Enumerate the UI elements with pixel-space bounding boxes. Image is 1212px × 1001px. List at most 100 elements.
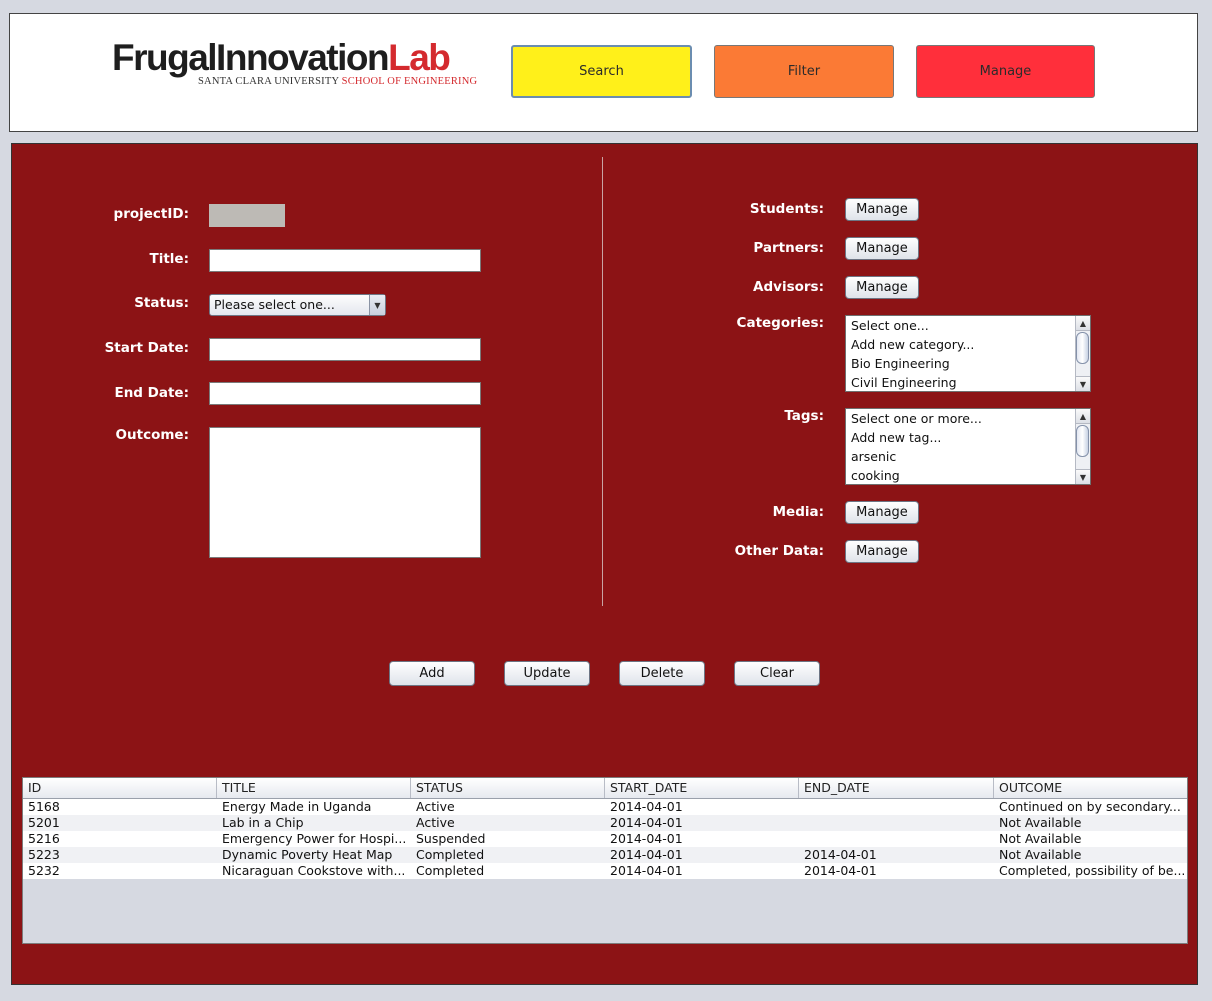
cell-outcome: Not Available [999,815,1082,830]
logo-subtitle: SANTA CLARA UNIVERSITY SCHOOL OF ENGINEE… [198,76,477,87]
status-label: Status: [134,295,189,311]
frugal-innovation-lab-logo: FrugalInnovationLab SANTA CLARA UNIVERSI… [112,37,477,90]
cell-start-date: 2014-04-01 [610,831,683,846]
search-nav-button[interactable]: Search [511,45,692,98]
categories-scrollbar[interactable]: ▲ ▼ [1075,316,1090,391]
list-item[interactable]: Select one... [851,318,929,333]
cell-start-date: 2014-04-01 [610,847,683,862]
cell-end-date: 2014-04-01 [804,863,877,878]
filter-nav-button[interactable]: Filter [714,45,894,98]
list-item[interactable]: arsenic [851,449,896,464]
manage-advisors-label: Manage [856,280,908,295]
list-item[interactable]: cooking [851,468,900,483]
cell-outcome: Completed, possibility of be... [999,863,1186,878]
start-date-label: Start Date: [104,340,189,356]
list-item[interactable]: Bio Engineering [851,356,950,371]
update-button-label: Update [523,666,571,681]
manage-media-label: Manage [856,505,908,520]
outcome-textarea[interactable] [209,427,481,558]
advisors-label: Advisors: [753,279,824,295]
status-select[interactable]: Please select one... ▼ [209,294,386,316]
add-button[interactable]: Add [389,661,475,686]
cell-title: Emergency Power for Hospi... [222,831,407,846]
start-date-input[interactable] [209,338,481,361]
cell-outcome: Not Available [999,847,1082,862]
cell-id: 5216 [28,831,60,846]
tags-list[interactable]: Select one or more... Add new tag... ars… [845,408,1091,485]
title-input[interactable] [209,249,481,272]
scroll-down-icon[interactable]: ▼ [1076,469,1090,484]
cell-start-date: 2014-04-01 [610,799,683,814]
media-label: Media: [772,504,824,520]
manage-other-data-label: Manage [856,544,908,559]
cell-start-date: 2014-04-01 [610,863,683,878]
list-item[interactable]: Select one or more... [851,411,982,426]
manage-students-button[interactable]: Manage [845,198,919,221]
cell-status: Completed [416,863,485,878]
tags-scrollbar[interactable]: ▲ ▼ [1075,409,1090,484]
column-header-id[interactable]: ID [23,778,217,798]
logo-main-text: FrugalInnovation [112,37,390,78]
add-button-label: Add [419,666,445,681]
outcome-label: Outcome: [115,427,189,443]
students-label: Students: [749,201,824,217]
tags-label: Tags: [784,408,824,424]
projects-table: ID TITLE STATUS START_DATE END_DATE OUTC… [22,777,1188,944]
column-header-outcome[interactable]: OUTCOME [994,778,1187,798]
categories-list[interactable]: Select one... Add new category... Bio En… [845,315,1091,392]
manage-nav-label: Manage [979,64,1032,79]
status-select-value: Please select one... [214,297,335,312]
scroll-down-icon[interactable]: ▼ [1076,376,1090,391]
cell-end-date [799,831,994,847]
list-item[interactable]: Add new category... [851,337,974,352]
column-header-title[interactable]: TITLE [217,778,411,798]
list-item[interactable]: Civil Engineering [851,375,957,390]
cell-status: Completed [416,847,485,862]
scroll-thumb[interactable] [1076,425,1089,457]
cell-title: Dynamic Poverty Heat Map [222,847,393,862]
scroll-up-icon[interactable]: ▲ [1076,409,1090,424]
table-header: ID TITLE STATUS START_DATE END_DATE OUTC… [23,778,1187,799]
table-row[interactable]: 5168 Energy Made in Uganda Active 2014-0… [23,799,1187,815]
column-divider [602,157,603,606]
manage-media-button[interactable]: Manage [845,501,919,524]
other-data-label: Other Data: [734,543,824,559]
cell-id: 5232 [28,863,60,878]
partners-label: Partners: [753,240,824,256]
end-date-label: End Date: [114,385,189,401]
filter-nav-label: Filter [787,64,821,79]
clear-button[interactable]: Clear [734,661,820,686]
header-bar: FrugalInnovationLab SANTA CLARA UNIVERSI… [9,13,1198,132]
column-header-start-date[interactable]: START_DATE [605,778,799,798]
logo-accent-text: Lab [388,37,451,78]
manage-partners-label: Manage [856,241,908,256]
project-id-field [209,204,285,227]
categories-label: Categories: [736,315,824,331]
scroll-thumb[interactable] [1076,332,1089,364]
manage-partners-button[interactable]: Manage [845,237,919,260]
chevron-down-icon[interactable]: ▼ [369,295,385,315]
update-button[interactable]: Update [504,661,590,686]
scroll-up-icon[interactable]: ▲ [1076,316,1090,331]
clear-button-label: Clear [760,666,794,681]
cell-end-date [799,815,994,831]
cell-title: Nicaraguan Cookstove with... [222,863,406,878]
logo-school: SCHOOL OF ENGINEERING [341,76,478,87]
project-form-panel: projectID: Title: Status: Please select … [11,143,1198,985]
delete-button-label: Delete [640,666,684,681]
manage-advisors-button[interactable]: Manage [845,276,919,299]
end-date-input[interactable] [209,382,481,405]
manage-other-data-button[interactable]: Manage [845,540,919,563]
cell-id: 5201 [28,815,60,830]
table-row[interactable]: 5223 Dynamic Poverty Heat Map Completed … [23,847,1187,863]
column-header-end-date[interactable]: END_DATE [799,778,994,798]
list-item[interactable]: Add new tag... [851,430,941,445]
manage-nav-button[interactable]: Manage [916,45,1095,98]
delete-button[interactable]: Delete [619,661,705,686]
cell-id: 5223 [28,847,60,862]
table-row[interactable]: 5216 Emergency Power for Hospi... Suspen… [23,831,1187,847]
table-row[interactable]: 5232 Nicaraguan Cookstove with... Comple… [23,863,1187,879]
table-row[interactable]: 5201 Lab in a Chip Active 2014-04-01 Not… [23,815,1187,831]
project-id-label: projectID: [113,206,189,222]
column-header-status[interactable]: STATUS [411,778,605,798]
